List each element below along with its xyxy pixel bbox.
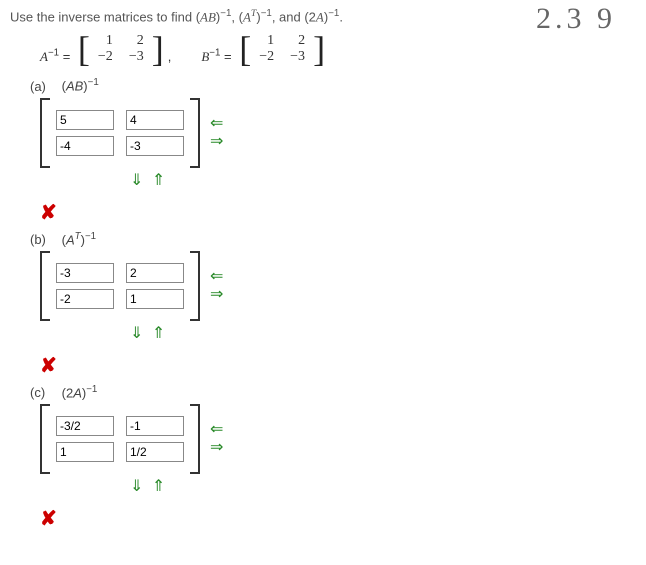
- expand-rows-icon[interactable]: ⇓: [130, 478, 145, 495]
- cell-a-21[interactable]: [56, 136, 114, 156]
- shrink-rows-icon[interactable]: ⇑: [152, 325, 167, 342]
- expand-cols-icon[interactable]: ⇒: [210, 287, 223, 303]
- wrong-icon: ✘: [40, 506, 636, 531]
- bracket-left: [40, 98, 50, 168]
- matrix-B-inv: [ 12 −2−3 ]: [239, 33, 325, 65]
- part-a-answer: ⇐ ⇒ ⇓ ⇑: [40, 98, 636, 190]
- cell-c-12[interactable]: [126, 416, 184, 436]
- shrink-cols-icon[interactable]: ⇐: [210, 116, 223, 132]
- wrong-icon: ✘: [40, 200, 636, 225]
- cell-a-11[interactable]: [56, 110, 114, 130]
- bracket-right: [190, 251, 200, 321]
- bracket-right: [190, 98, 200, 168]
- bracket-left: [40, 251, 50, 321]
- part-b-header: (b) (AT)−1: [30, 231, 636, 247]
- expand-cols-icon[interactable]: ⇒: [210, 134, 223, 150]
- cell-b-22[interactable]: [126, 289, 184, 309]
- shrink-cols-icon[interactable]: ⇐: [210, 422, 223, 438]
- expand-rows-icon[interactable]: ⇓: [130, 172, 145, 189]
- cell-a-12[interactable]: [126, 110, 184, 130]
- shrink-rows-icon[interactable]: ⇑: [152, 478, 167, 495]
- handwritten-note: 2.3 9: [536, 2, 616, 36]
- cell-b-21[interactable]: [56, 289, 114, 309]
- cell-a-22[interactable]: [126, 136, 184, 156]
- shrink-cols-icon[interactable]: ⇐: [210, 269, 223, 285]
- shrink-rows-icon[interactable]: ⇑: [152, 172, 167, 189]
- bracket-right: [190, 404, 200, 474]
- cell-b-12[interactable]: [126, 263, 184, 283]
- part-a-header: (a) (AB)−1: [30, 77, 636, 93]
- given-matrices: A−1 = [ 12 −2−3 ] , B−1 = [ 12 −2−3 ]: [40, 33, 636, 65]
- cell-c-22[interactable]: [126, 442, 184, 462]
- expand-cols-icon[interactable]: ⇒: [210, 440, 223, 456]
- expand-rows-icon[interactable]: ⇓: [130, 325, 145, 342]
- part-c-header: (c) (2A)−1: [30, 384, 636, 400]
- part-c-answer: ⇐ ⇒ ⇓ ⇑: [40, 404, 636, 496]
- cell-c-21[interactable]: [56, 442, 114, 462]
- part-b-answer: ⇐ ⇒ ⇓ ⇑: [40, 251, 636, 343]
- bracket-left: [40, 404, 50, 474]
- wrong-icon: ✘: [40, 353, 636, 378]
- cell-b-11[interactable]: [56, 263, 114, 283]
- matrix-A-inv: [ 12 −2−3 ]: [78, 33, 164, 65]
- cell-c-11[interactable]: [56, 416, 114, 436]
